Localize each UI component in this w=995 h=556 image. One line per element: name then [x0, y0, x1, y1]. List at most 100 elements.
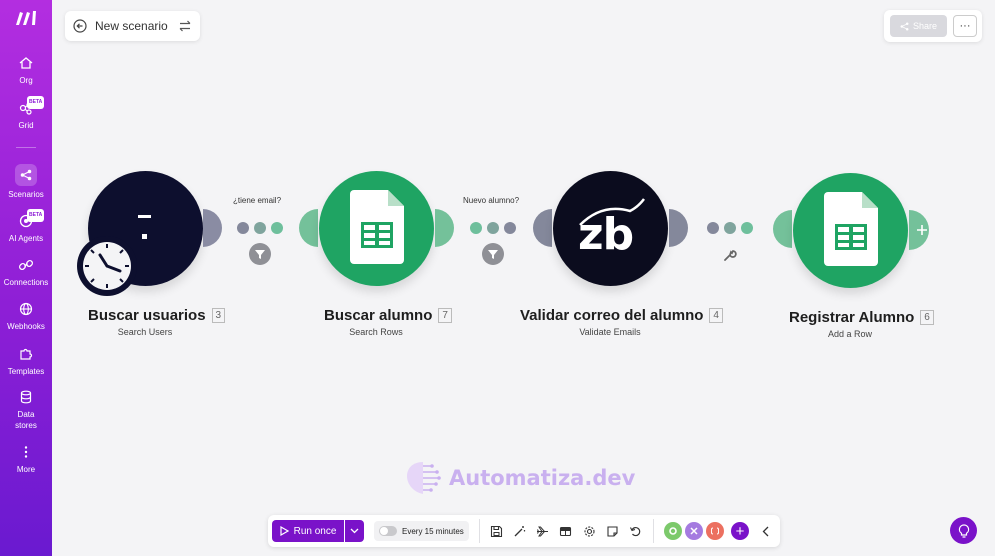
sidebar-item-ai-agents[interactable]: BETA AI Agents: [0, 209, 52, 244]
sidebar-item-scenarios[interactable]: Scenarios: [0, 164, 52, 200]
watermark-text: Automatiza.dev: [449, 466, 636, 490]
module-name: Registrar Alumno 6: [789, 309, 934, 326]
more-options-button[interactable]: ···: [953, 15, 977, 37]
undo-icon[interactable]: [627, 523, 643, 539]
connector-dot: [707, 222, 719, 234]
sidebar-item-label: Grid: [18, 121, 34, 130]
chevron-left-icon[interactable]: [758, 523, 772, 539]
brain-circuit-icon: [407, 462, 441, 494]
module-handle[interactable]: [530, 209, 552, 247]
connector-dot: [254, 222, 266, 234]
route-label[interactable]: ¿tiene email?: [233, 196, 281, 205]
share-button[interactable]: Share: [890, 15, 947, 37]
beta-badge: BETA: [27, 209, 45, 222]
tools-app-icon[interactable]: [664, 522, 682, 540]
sidebar-item-data-stores[interactable]: Data stores: [0, 389, 52, 431]
sidebar-item-label: Connections: [3, 278, 49, 287]
run-once-label: Run once: [293, 525, 337, 537]
puzzle-icon: [18, 346, 34, 362]
toolbar-divider: [479, 519, 480, 543]
swap-icon[interactable]: [178, 19, 192, 33]
back-arrow-icon[interactable]: [73, 19, 87, 33]
sidebar-item-label: More: [16, 465, 36, 474]
schedule-toggle[interactable]: [379, 526, 397, 536]
json-app-icon[interactable]: [706, 522, 724, 540]
add-module-handle[interactable]: [909, 210, 935, 250]
sidebar-item-webhooks[interactable]: Webhooks: [0, 301, 52, 332]
sidebar-divider: [16, 147, 36, 148]
sidebar-item-templates[interactable]: Templates: [0, 346, 52, 377]
share-nodes-icon: [15, 164, 37, 186]
sidebar-item-label: Templates: [7, 367, 45, 376]
notes-icon[interactable]: [604, 523, 620, 539]
module-handle[interactable]: [296, 209, 318, 247]
toolbar-divider: [653, 519, 654, 543]
module-handle[interactable]: [203, 209, 225, 247]
module-handle[interactable]: [770, 210, 792, 248]
run-options-dropdown[interactable]: [345, 520, 364, 542]
schedule-label: Every 15 minutes: [402, 526, 464, 536]
connector-dot: [271, 222, 283, 234]
scenario-header: New scenario: [65, 11, 200, 41]
module-handle[interactable]: [435, 209, 457, 247]
app-icon: [138, 215, 151, 239]
save-icon[interactable]: [488, 523, 504, 539]
module-number: 4: [709, 308, 723, 323]
home-icon: [18, 55, 34, 71]
connector-dot: [724, 222, 736, 234]
link-icon: [18, 257, 34, 273]
more-vertical-icon: [18, 444, 34, 460]
sidebar-item-label: Data stores: [15, 410, 37, 430]
globe-icon: [18, 301, 34, 317]
module-number: 3: [211, 308, 226, 323]
google-sheets-icon: [350, 190, 404, 264]
app-logo-text: zb: [578, 209, 634, 260]
module-name: Buscar usuarios 3: [88, 307, 226, 324]
share-label: Share: [912, 21, 938, 31]
settings-gear-icon[interactable]: [581, 523, 597, 539]
connector-dot: [504, 222, 516, 234]
google-sheets-icon: [824, 192, 878, 266]
database-icon: [18, 389, 34, 405]
connector-dot: [741, 222, 753, 234]
scenario-title[interactable]: New scenario: [95, 19, 178, 33]
make-logo[interactable]: [14, 10, 38, 26]
run-once-button[interactable]: Run once: [272, 520, 344, 542]
sidebar-item-label: Org: [19, 76, 33, 85]
clock-icon[interactable]: [76, 235, 138, 297]
sidebar-item-connections[interactable]: Connections: [0, 257, 52, 288]
module-name: Buscar alumno 7: [324, 307, 452, 324]
beta-badge: BETA: [27, 96, 45, 109]
layout-icon[interactable]: [557, 523, 573, 539]
schedule-control[interactable]: Every 15 minutes: [374, 521, 469, 541]
module-handle[interactable]: [669, 209, 691, 247]
sidebar-item-org[interactable]: Org: [0, 55, 52, 86]
module-subtitle: Validate Emails: [579, 327, 641, 337]
lightbulb-icon: [958, 523, 969, 538]
airplane-icon[interactable]: [534, 523, 550, 539]
connector-dot: [487, 222, 499, 234]
sidebar: Org BETA Grid Scenarios BETA AI Agents C…: [0, 0, 52, 556]
connector-dot: [470, 222, 482, 234]
module-number: 7: [438, 308, 452, 323]
wrench-icon[interactable]: [723, 248, 737, 262]
module-subtitle: Add a Row: [827, 329, 873, 339]
sidebar-item-label: AI Agents: [8, 234, 44, 243]
route-label[interactable]: Nuevo alumno?: [463, 196, 519, 205]
help-lightbulb-button[interactable]: [950, 517, 977, 544]
sidebar-item-label: Scenarios: [8, 190, 44, 199]
sidebar-item-more[interactable]: More: [0, 444, 52, 475]
magic-wand-icon[interactable]: [511, 523, 527, 539]
sidebar-item-grid[interactable]: BETA Grid: [0, 96, 52, 131]
connector-dot: [237, 222, 249, 234]
chevron-down-icon: [350, 528, 359, 534]
watermark: Automatiza.dev: [403, 458, 635, 498]
filter-icon[interactable]: [482, 243, 504, 265]
module-number: 6: [920, 310, 934, 325]
flow-control-icon[interactable]: [685, 522, 703, 540]
play-icon: [279, 526, 289, 536]
filter-icon[interactable]: [249, 243, 271, 265]
module-subtitle: Search Users: [117, 327, 173, 337]
add-module-button[interactable]: +: [731, 522, 749, 540]
share-bar: Share ···: [884, 10, 982, 42]
